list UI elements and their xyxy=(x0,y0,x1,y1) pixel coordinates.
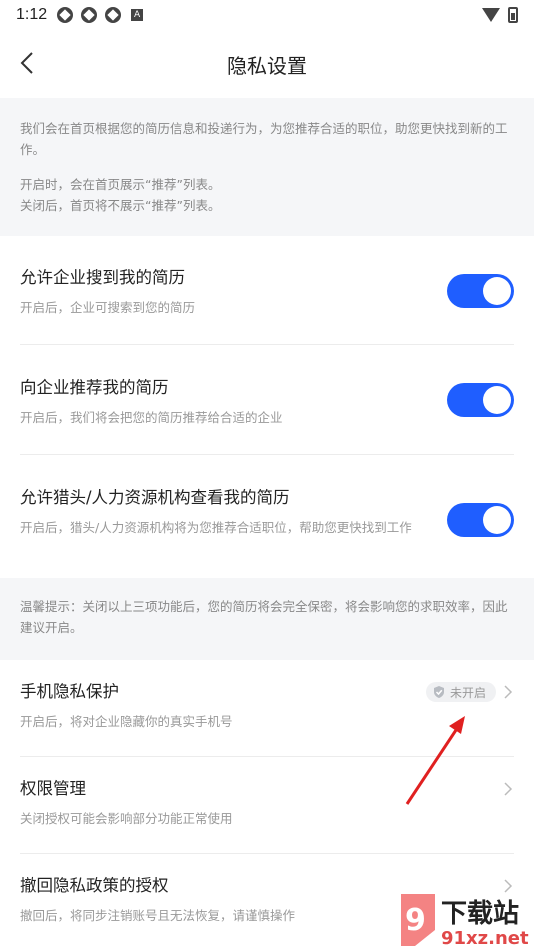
toggle-switch-headhunter[interactable] xyxy=(447,503,514,537)
setting-title: 允许企业搜到我的简历 xyxy=(20,268,185,287)
setting-subtitle: 开启后，猎头/人力资源机构将为您推荐合适职位，帮助您更快找到工作 xyxy=(20,520,412,535)
link-subtitle: 关闭授权可能会影响部分功能正常使用 xyxy=(20,811,233,826)
chevron-right-icon xyxy=(504,685,513,699)
status-badge: 未开启 xyxy=(425,682,496,702)
toggle-switch-recommend[interactable] xyxy=(447,383,514,417)
svg-text:9: 9 xyxy=(405,903,426,938)
back-arrow-icon[interactable] xyxy=(16,50,42,76)
divider xyxy=(20,756,514,757)
watermark-domain: 91xz.net xyxy=(441,928,529,949)
app-notification-icon xyxy=(57,7,74,23)
status-right xyxy=(482,7,518,23)
notification-letter-icon: A xyxy=(131,9,144,21)
tip-box: 温馨提示：关闭以上三项功能后，您的简历将会完全保密，将会影响您的求职效率，因此建… xyxy=(0,578,534,660)
watermark-logo-icon: 9 下载站 91xz.net xyxy=(401,894,529,949)
divider xyxy=(20,853,514,854)
shield-icon xyxy=(433,686,444,698)
setting-subtitle: 开启后，我们将会把您的简历推荐给合适的企业 xyxy=(20,410,283,425)
toggle-switch-searchable[interactable] xyxy=(447,274,514,308)
app-notification-icon xyxy=(105,7,122,23)
app-notification-icon xyxy=(81,7,98,23)
badge-label: 未开启 xyxy=(449,685,486,700)
setting-title: 允许猎头/人力资源机构查看我的简历 xyxy=(20,488,290,507)
divider xyxy=(20,454,514,455)
intro-text: 我们会在首页根据您的简历信息和投递行为，为您推荐合适的职位，助您更快找到新的工作… xyxy=(20,121,508,157)
status-bar: 1:12 A xyxy=(0,0,534,30)
watermark-title: 下载站 xyxy=(441,899,519,929)
page-title: 隐私设置 xyxy=(227,53,307,78)
tip-text: 温馨提示：关闭以上三项功能后，您的简历将会完全保密，将会影响您的求职效率，因此建… xyxy=(20,599,508,635)
setting-subtitle: 开启后，企业可搜索到您的简历 xyxy=(20,300,196,315)
link-subtitle: 开启后，将对企业隐藏你的真实手机号 xyxy=(20,714,233,729)
link-title: 权限管理 xyxy=(20,779,86,798)
intro-text: 开启时，会在首页展示“推荐”列表。 xyxy=(20,177,221,192)
wifi-icon xyxy=(482,8,500,22)
nav-bar: 隐私设置 xyxy=(0,30,534,98)
divider xyxy=(20,344,514,345)
intro-info: 我们会在首页根据您的简历信息和投递行为，为您推荐合适的职位，助您更快找到新的工作… xyxy=(0,98,534,236)
setting-title: 向企业推荐我的简历 xyxy=(20,378,169,397)
status-time: 1:12 xyxy=(16,6,48,23)
chevron-right-icon xyxy=(504,782,513,796)
intro-text: 关闭后，首页将不展示“推荐”列表。 xyxy=(20,198,221,213)
battery-icon xyxy=(508,7,518,23)
link-row-permissions[interactable]: 权限管理 关闭授权可能会影响部分功能正常使用 xyxy=(0,777,534,853)
link-subtitle: 撤回后，将同步注销账号且无法恢复，请谨慎操作 xyxy=(20,908,296,923)
